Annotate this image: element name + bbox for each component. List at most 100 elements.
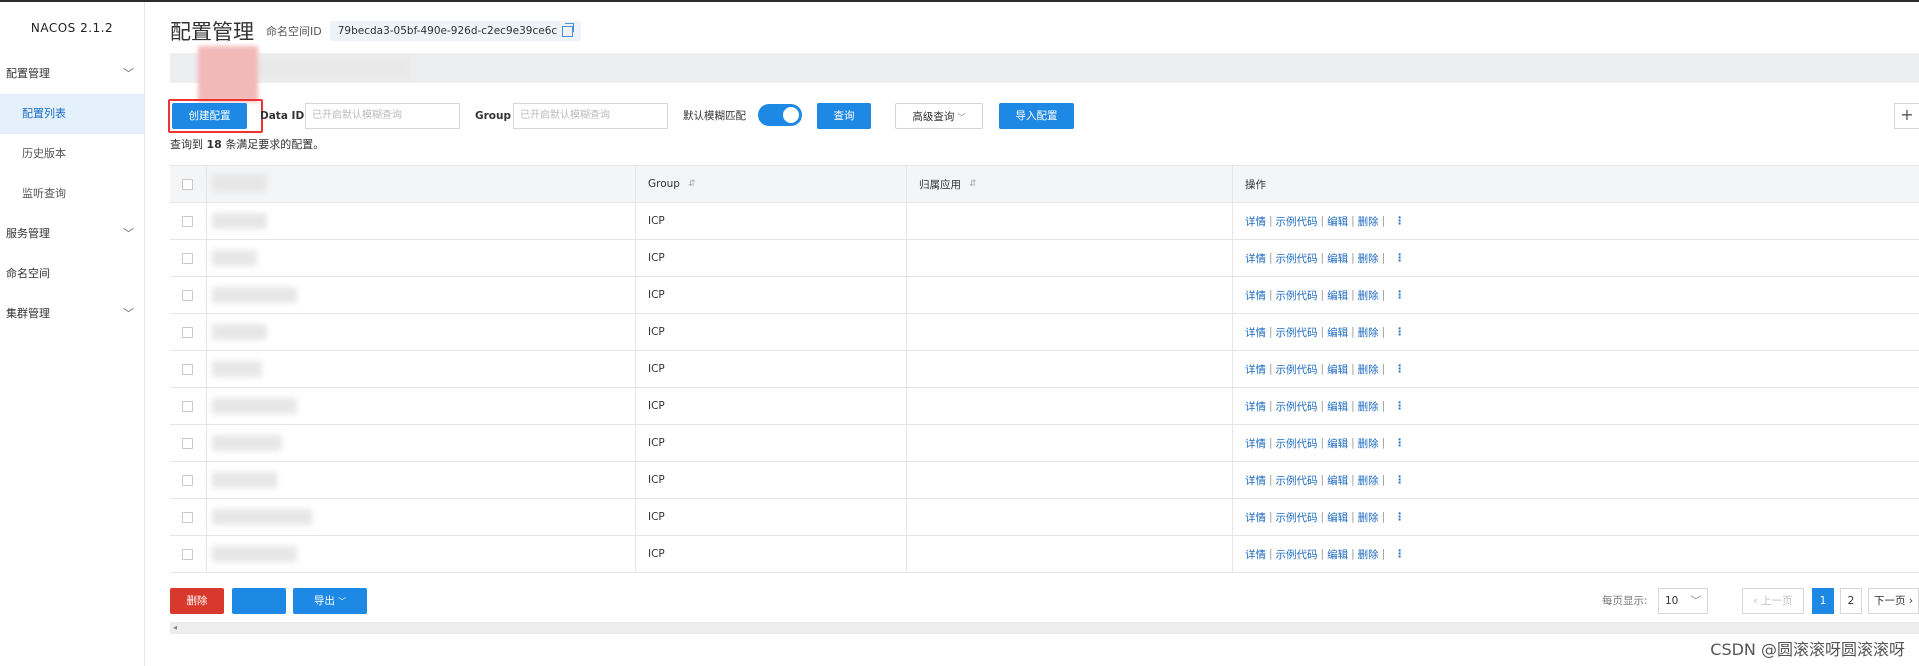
sidebar-item-config-list[interactable]: 配置列表 [0,94,144,134]
more-icon[interactable]: ⋮ [1394,363,1405,375]
header-group[interactable]: Group ⇵ [636,166,907,202]
delete-link[interactable]: 删除 [1358,251,1379,266]
edit-link[interactable]: 编辑 [1327,436,1348,451]
sample-code-link[interactable]: 示例代码 [1276,214,1318,229]
more-icon[interactable]: ⋮ [1394,400,1405,412]
namespace-tabs-bar[interactable] [170,53,1919,83]
row-checkbox[interactable] [182,326,193,338]
more-icon[interactable]: ⋮ [1394,289,1405,301]
table-header: Group ⇵ 归属应用 ⇵ 操作 [170,166,1919,203]
more-icon[interactable]: ⋮ [1394,326,1405,338]
detail-link[interactable]: 详情 [1245,288,1266,303]
row-checkbox[interactable] [182,511,193,523]
page-size-select[interactable]: 10 ﹀ [1658,588,1708,614]
ops-separator: | [1269,548,1273,560]
batch-action-button[interactable] [232,588,286,614]
app-cell [907,351,1233,387]
sidebar-item-service-management[interactable]: 服务管理 ﹀ [0,214,144,254]
page-button-1[interactable]: 1 [1812,588,1834,614]
sample-code-link[interactable]: 示例代码 [1276,288,1318,303]
more-icon[interactable]: ⋮ [1394,511,1405,523]
edit-link[interactable]: 编辑 [1327,362,1348,377]
select-all-checkbox[interactable] [182,178,193,190]
sort-icon[interactable]: ⇵ [688,179,696,189]
more-icon[interactable]: ⋮ [1394,474,1405,486]
dataid-input[interactable]: 已开启默认模糊查询 [305,103,460,129]
row-checkbox[interactable] [182,474,193,486]
import-config-button[interactable]: 导入配置 [999,103,1074,129]
delete-link[interactable]: 删除 [1358,399,1379,414]
advanced-query-button[interactable]: 高级查询 ﹀ [895,103,983,129]
sample-code-link[interactable]: 示例代码 [1276,547,1318,562]
edit-link[interactable]: 编辑 [1327,473,1348,488]
sidebar-item-listener-query[interactable]: 监听查询 [0,174,144,214]
delete-link[interactable]: 删除 [1358,547,1379,562]
fuzzy-match-toggle[interactable] [758,104,802,126]
delete-link[interactable]: 删除 [1358,325,1379,340]
sample-code-link[interactable]: 示例代码 [1276,510,1318,525]
detail-link[interactable]: 详情 [1245,325,1266,340]
sample-code-link[interactable]: 示例代码 [1276,325,1318,340]
sample-code-link[interactable]: 示例代码 [1276,436,1318,451]
detail-link[interactable]: 详情 [1245,251,1266,266]
batch-delete-button[interactable]: 删除 [170,588,224,614]
group-value: ICP [648,363,665,375]
create-config-button[interactable]: 创建配置 [172,103,247,129]
next-page-button[interactable]: 下一页 › [1868,588,1919,614]
delete-link[interactable]: 删除 [1358,510,1379,525]
row-checkbox[interactable] [182,252,193,264]
row-checkbox[interactable] [182,548,193,560]
delete-link[interactable]: 删除 [1358,473,1379,488]
prev-page-button[interactable]: ‹ 上一页 [1742,588,1804,614]
sample-code-link[interactable]: 示例代码 [1276,251,1318,266]
more-icon[interactable]: ⋮ [1394,548,1405,560]
sidebar-item-history[interactable]: 历史版本 [0,134,144,174]
edit-link[interactable]: 编辑 [1327,251,1348,266]
scroll-left-icon[interactable]: ◂ [173,622,177,634]
detail-link[interactable]: 详情 [1245,362,1266,377]
sidebar-item-namespace[interactable]: 命名空间 [0,254,144,294]
more-icon[interactable]: ⋮ [1394,215,1405,227]
sidebar-item-config-management[interactable]: 配置管理 ﹀ [0,54,144,94]
edit-link[interactable]: 编辑 [1327,399,1348,414]
detail-link[interactable]: 详情 [1245,473,1266,488]
header-app[interactable]: 归属应用 ⇵ [907,166,1233,202]
sample-code-link[interactable]: 示例代码 [1276,362,1318,377]
detail-link[interactable]: 详情 [1245,547,1266,562]
row-checkbox[interactable] [182,215,193,227]
delete-link[interactable]: 删除 [1358,214,1379,229]
detail-link[interactable]: 详情 [1245,214,1266,229]
detail-link[interactable]: 详情 [1245,510,1266,525]
sample-code-link[interactable]: 示例代码 [1276,399,1318,414]
delete-link[interactable]: 删除 [1358,288,1379,303]
edit-link[interactable]: 编辑 [1327,510,1348,525]
edit-link[interactable]: 编辑 [1327,288,1348,303]
row-checkbox[interactable] [182,437,193,449]
add-icon[interactable]: + [1894,103,1919,129]
edit-link[interactable]: 编辑 [1327,214,1348,229]
row-checkbox-cell [170,203,207,239]
export-button[interactable]: 导出 ﹀ [293,588,367,614]
sidebar-item-cluster-management[interactable]: 集群管理 ﹀ [0,294,144,334]
edit-link[interactable]: 编辑 [1327,547,1348,562]
copy-icon[interactable] [562,22,575,37]
sort-icon[interactable]: ⇵ [969,179,977,189]
detail-link[interactable]: 详情 [1245,399,1266,414]
row-checkbox[interactable] [182,289,193,301]
edit-link[interactable]: 编辑 [1327,325,1348,340]
result-summary: 查询到 18 条满足要求的配置。 [170,136,324,152]
delete-link[interactable]: 删除 [1358,362,1379,377]
ops-cell: 详情 | 示例代码 | 编辑 | 删除 | ⋮ [1233,203,1919,239]
horizontal-scrollbar[interactable]: ◂ [170,622,1919,634]
row-checkbox[interactable] [182,363,193,375]
sample-code-link[interactable]: 示例代码 [1276,473,1318,488]
row-checkbox[interactable] [182,400,193,412]
page-button-2[interactable]: 2 [1840,588,1862,614]
more-icon[interactable]: ⋮ [1394,252,1405,264]
redacted-area [212,509,312,525]
detail-link[interactable]: 详情 [1245,436,1266,451]
delete-link[interactable]: 删除 [1358,436,1379,451]
more-icon[interactable]: ⋮ [1394,437,1405,449]
query-button[interactable]: 查询 [817,103,871,129]
group-input[interactable]: 已开启默认模糊查询 [513,103,668,129]
